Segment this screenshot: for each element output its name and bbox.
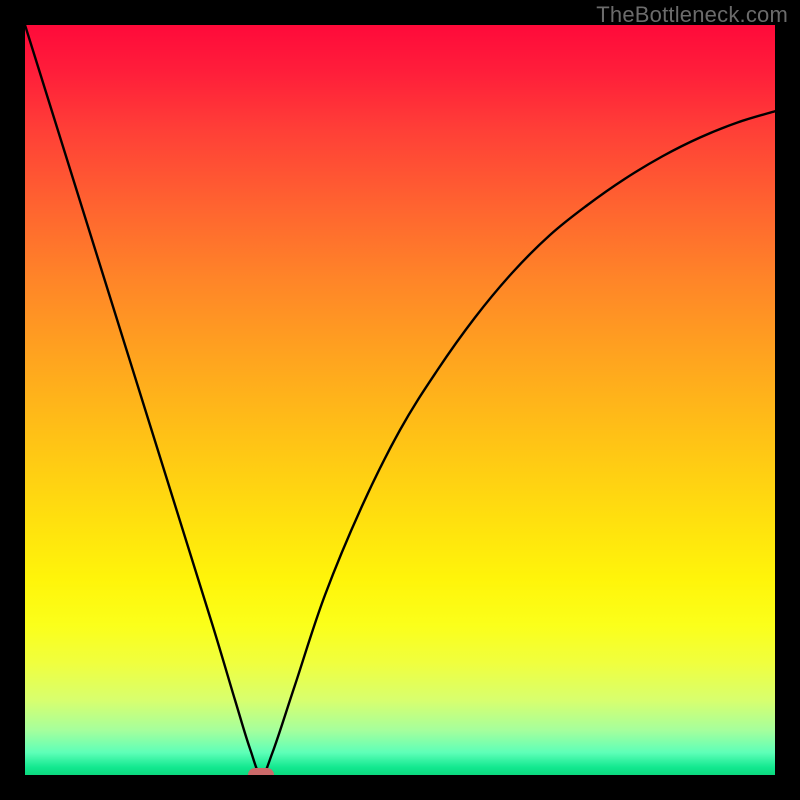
watermark-text: TheBottleneck.com (596, 2, 788, 28)
chart-frame: TheBottleneck.com (0, 0, 800, 800)
plot-area (25, 25, 775, 775)
curve-layer (25, 25, 775, 775)
bottleneck-curve (25, 25, 775, 775)
minimum-marker (248, 768, 274, 775)
